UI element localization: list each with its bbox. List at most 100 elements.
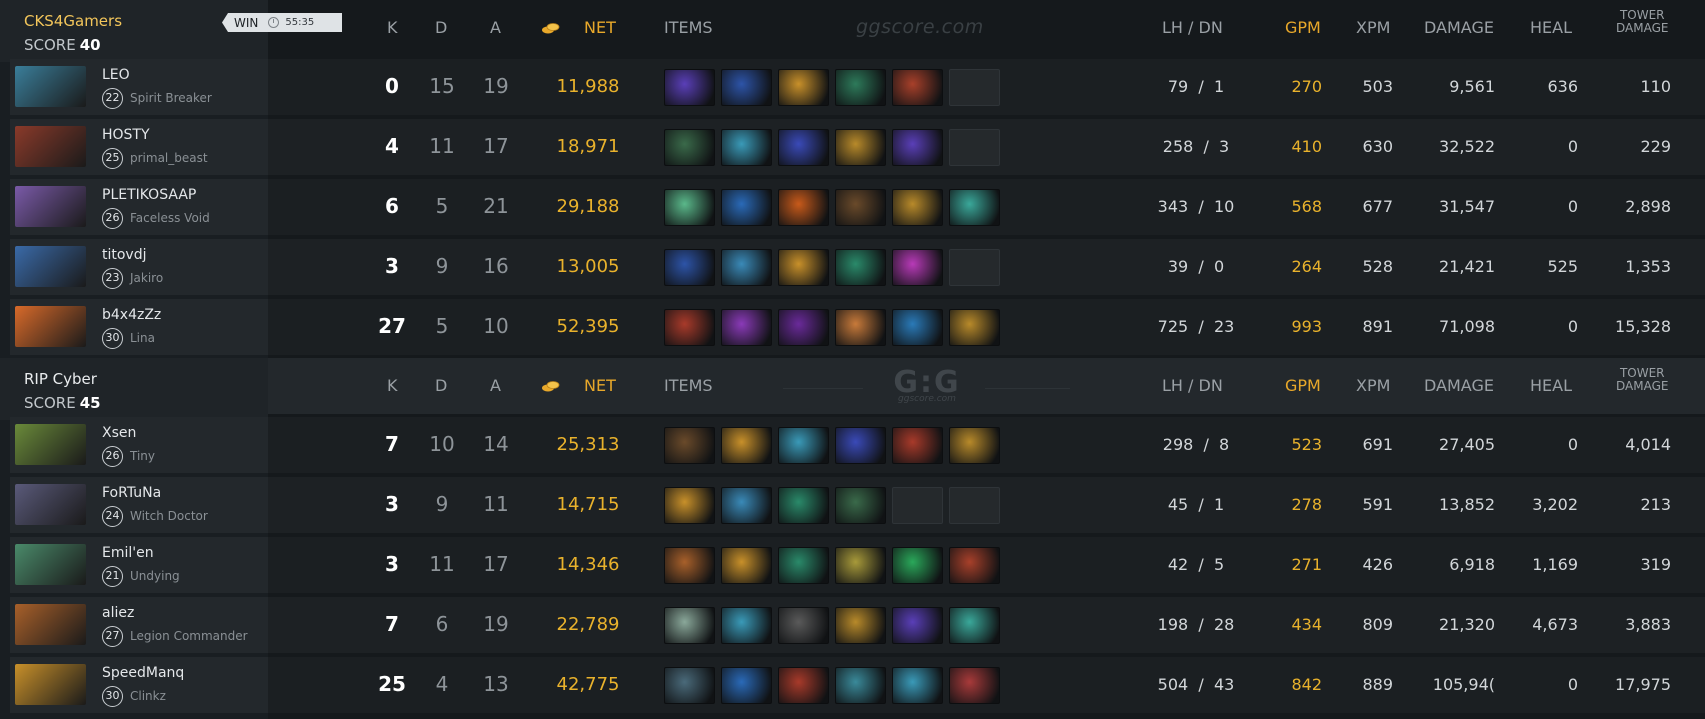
item-icon[interactable] bbox=[721, 487, 772, 524]
item-icon[interactable] bbox=[778, 547, 829, 584]
item-icon[interactable] bbox=[664, 249, 715, 286]
hero-portrait[interactable] bbox=[15, 424, 86, 465]
item-icon[interactable] bbox=[664, 607, 715, 644]
item-icon[interactable] bbox=[721, 69, 772, 106]
item-icon[interactable] bbox=[664, 667, 715, 704]
hero-portrait[interactable] bbox=[15, 66, 86, 107]
item-icon[interactable] bbox=[949, 607, 1000, 644]
header-tower-damage[interactable]: TOWER DAMAGE bbox=[1616, 9, 1668, 35]
player-card[interactable]: titovdj 23 Jakiro bbox=[10, 239, 268, 295]
item-icon[interactable] bbox=[664, 547, 715, 584]
header-a[interactable]: A bbox=[490, 376, 501, 395]
item-icon[interactable] bbox=[778, 129, 829, 166]
header-damage[interactable]: DAMAGE bbox=[1424, 376, 1494, 395]
empty-item-slot[interactable] bbox=[949, 69, 1000, 106]
item-icon[interactable] bbox=[778, 69, 829, 106]
hero-portrait[interactable] bbox=[15, 126, 86, 167]
item-icon[interactable] bbox=[721, 249, 772, 286]
player-card[interactable]: Emil'en 21 Undying bbox=[10, 537, 268, 593]
item-icon[interactable] bbox=[835, 487, 886, 524]
empty-item-slot[interactable] bbox=[949, 487, 1000, 524]
player-card[interactable]: HOSTY 25 primal_beast bbox=[10, 119, 268, 175]
item-icon[interactable] bbox=[835, 129, 886, 166]
empty-item-slot[interactable] bbox=[892, 487, 943, 524]
item-icon[interactable] bbox=[664, 69, 715, 106]
header-heal[interactable]: HEAL bbox=[1530, 376, 1572, 395]
item-icon[interactable] bbox=[892, 189, 943, 226]
header-d[interactable]: D bbox=[435, 376, 447, 395]
item-icon[interactable] bbox=[949, 667, 1000, 704]
item-icon[interactable] bbox=[892, 607, 943, 644]
item-icon[interactable] bbox=[778, 189, 829, 226]
header-damage[interactable]: DAMAGE bbox=[1424, 18, 1494, 37]
hero-portrait[interactable] bbox=[15, 306, 86, 347]
header-net[interactable]: NET bbox=[584, 18, 616, 37]
player-card[interactable]: FoRTuNa 24 Witch Doctor bbox=[10, 477, 268, 533]
header-k[interactable]: K bbox=[387, 18, 398, 37]
header-tower-damage[interactable]: TOWER DAMAGE bbox=[1616, 367, 1668, 393]
item-icon[interactable] bbox=[892, 309, 943, 346]
player-name[interactable]: FoRTuNa bbox=[102, 485, 161, 501]
empty-item-slot[interactable] bbox=[949, 129, 1000, 166]
header-net[interactable]: NET bbox=[584, 376, 616, 395]
player-name[interactable]: aliez bbox=[102, 605, 134, 621]
player-name[interactable]: Xsen bbox=[102, 425, 136, 441]
player-card[interactable]: b4x4zZz 30 Lina bbox=[10, 299, 268, 355]
header-lh-dn[interactable]: LH / DN bbox=[1162, 376, 1223, 395]
player-name[interactable]: HOSTY bbox=[102, 127, 150, 143]
item-icon[interactable] bbox=[778, 667, 829, 704]
item-icon[interactable] bbox=[892, 427, 943, 464]
header-lh-dn[interactable]: LH / DN bbox=[1162, 18, 1223, 37]
header-items[interactable]: ITEMS bbox=[664, 376, 713, 395]
item-icon[interactable] bbox=[778, 487, 829, 524]
player-card[interactable]: SpeedManq 30 Clinkz bbox=[10, 657, 268, 713]
empty-item-slot[interactable] bbox=[949, 249, 1000, 286]
header-gpm[interactable]: GPM bbox=[1285, 18, 1321, 37]
item-icon[interactable] bbox=[835, 189, 886, 226]
header-d[interactable]: D bbox=[435, 18, 447, 37]
item-icon[interactable] bbox=[835, 309, 886, 346]
item-icon[interactable] bbox=[778, 427, 829, 464]
header-xpm[interactable]: XPM bbox=[1356, 376, 1390, 395]
item-icon[interactable] bbox=[892, 69, 943, 106]
item-icon[interactable] bbox=[664, 427, 715, 464]
item-icon[interactable] bbox=[721, 547, 772, 584]
player-name[interactable]: Emil'en bbox=[102, 545, 154, 561]
item-icon[interactable] bbox=[835, 547, 886, 584]
item-icon[interactable] bbox=[778, 309, 829, 346]
item-icon[interactable] bbox=[664, 309, 715, 346]
item-icon[interactable] bbox=[949, 309, 1000, 346]
player-name[interactable]: SpeedManq bbox=[102, 665, 184, 681]
player-card[interactable]: LEO 22 Spirit Breaker bbox=[10, 59, 268, 115]
item-icon[interactable] bbox=[892, 547, 943, 584]
player-name[interactable]: b4x4zZz bbox=[102, 307, 161, 323]
player-card[interactable]: Xsen 26 Tiny bbox=[10, 417, 268, 473]
item-icon[interactable] bbox=[721, 667, 772, 704]
player-name[interactable]: titovdj bbox=[102, 247, 147, 263]
item-icon[interactable] bbox=[721, 129, 772, 166]
hero-portrait[interactable] bbox=[15, 664, 86, 705]
header-heal[interactable]: HEAL bbox=[1530, 18, 1572, 37]
item-icon[interactable] bbox=[892, 249, 943, 286]
hero-portrait[interactable] bbox=[15, 544, 86, 585]
item-icon[interactable] bbox=[949, 189, 1000, 226]
hero-portrait[interactable] bbox=[15, 604, 86, 645]
hero-portrait[interactable] bbox=[15, 186, 86, 227]
item-icon[interactable] bbox=[892, 129, 943, 166]
header-k[interactable]: K bbox=[387, 376, 398, 395]
header-items[interactable]: ITEMS bbox=[664, 18, 713, 37]
item-icon[interactable] bbox=[721, 607, 772, 644]
item-icon[interactable] bbox=[892, 667, 943, 704]
item-icon[interactable] bbox=[835, 427, 886, 464]
player-name[interactable]: PLETIKOSAAP bbox=[102, 187, 196, 203]
item-icon[interactable] bbox=[721, 427, 772, 464]
item-icon[interactable] bbox=[778, 249, 829, 286]
player-card[interactable]: aliez 27 Legion Commander bbox=[10, 597, 268, 653]
item-icon[interactable] bbox=[835, 69, 886, 106]
item-icon[interactable] bbox=[778, 607, 829, 644]
item-icon[interactable] bbox=[664, 487, 715, 524]
item-icon[interactable] bbox=[835, 607, 886, 644]
item-icon[interactable] bbox=[835, 667, 886, 704]
item-icon[interactable] bbox=[949, 427, 1000, 464]
item-icon[interactable] bbox=[721, 189, 772, 226]
